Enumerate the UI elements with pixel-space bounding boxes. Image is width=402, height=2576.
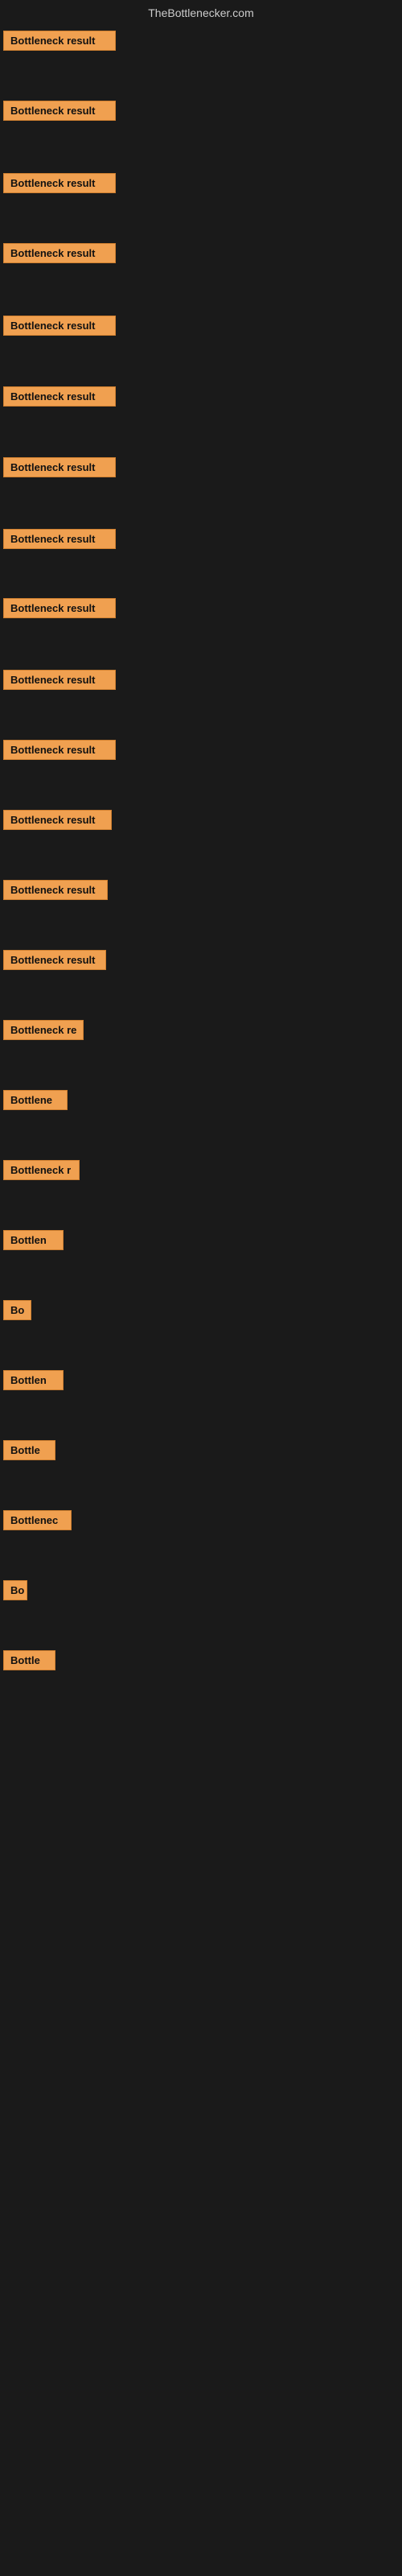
- bottleneck-label-10[interactable]: Bottleneck result: [3, 670, 116, 690]
- bottleneck-label-20[interactable]: Bottlen: [3, 1370, 64, 1390]
- bottleneck-label-23[interactable]: Bo: [3, 1580, 27, 1600]
- result-item-9: Bottleneck result: [3, 593, 116, 627]
- result-item-1: Bottleneck result: [3, 26, 116, 60]
- result-item-20: Bottlen: [3, 1365, 64, 1399]
- result-item-7: Bottleneck result: [3, 452, 116, 486]
- bottleneck-label-14[interactable]: Bottleneck result: [3, 950, 106, 970]
- bottleneck-label-3[interactable]: Bottleneck result: [3, 173, 116, 193]
- bottleneck-label-16[interactable]: Bottlene: [3, 1090, 68, 1110]
- result-item-18: Bottlen: [3, 1225, 64, 1259]
- result-item-8: Bottleneck result: [3, 524, 116, 558]
- result-item-5: Bottleneck result: [3, 311, 116, 345]
- result-item-16: Bottlene: [3, 1085, 68, 1119]
- bottleneck-label-4[interactable]: Bottleneck result: [3, 243, 116, 263]
- result-item-21: Bottle: [3, 1435, 55, 1469]
- bottleneck-label-15[interactable]: Bottleneck re: [3, 1020, 84, 1040]
- result-item-22: Bottlenec: [3, 1505, 72, 1539]
- result-item-11: Bottleneck result: [3, 735, 116, 769]
- result-item-19: Bo: [3, 1295, 31, 1329]
- bottleneck-label-19[interactable]: Bo: [3, 1300, 31, 1320]
- bottleneck-label-22[interactable]: Bottlenec: [3, 1510, 72, 1530]
- bottleneck-label-24[interactable]: Bottle: [3, 1650, 55, 1670]
- bottleneck-label-2[interactable]: Bottleneck result: [3, 101, 116, 121]
- bottleneck-label-18[interactable]: Bottlen: [3, 1230, 64, 1250]
- bottleneck-label-21[interactable]: Bottle: [3, 1440, 55, 1460]
- page-wrapper: TheBottlenecker.com Bottleneck resultBot…: [0, 0, 402, 2576]
- bottleneck-label-9[interactable]: Bottleneck result: [3, 598, 116, 618]
- result-item-23: Bo: [3, 1575, 27, 1609]
- result-item-12: Bottleneck result: [3, 805, 112, 839]
- result-item-3: Bottleneck result: [3, 168, 116, 202]
- bottleneck-label-17[interactable]: Bottleneck r: [3, 1160, 80, 1180]
- results-container: Bottleneck result Bottleneck result Bottle…: [0, 26, 402, 2441]
- result-item-13: Bottleneck result: [3, 875, 108, 909]
- bottleneck-label-1[interactable]: Bottleneck result: [3, 31, 116, 51]
- bottleneck-label-13[interactable]: Bottleneck result: [3, 880, 108, 900]
- result-item-17: Bottleneck r: [3, 1155, 80, 1189]
- result-item-4: Bottleneck result: [3, 238, 116, 272]
- bottleneck-label-7[interactable]: Bottleneck result: [3, 457, 116, 477]
- bottleneck-label-5[interactable]: Bottleneck result: [3, 316, 116, 336]
- result-item-6: Bottleneck result: [3, 382, 116, 415]
- bottleneck-label-12[interactable]: Bottleneck result: [3, 810, 112, 830]
- result-item-10: Bottleneck result: [3, 665, 116, 699]
- result-item-14: Bottleneck result: [3, 945, 106, 979]
- result-item-15: Bottleneck re: [3, 1015, 84, 1049]
- bottleneck-label-6[interactable]: Bottleneck result: [3, 386, 116, 407]
- bottleneck-label-11[interactable]: Bottleneck result: [3, 740, 116, 760]
- result-item-2: Bottleneck result: [3, 96, 116, 130]
- site-title: TheBottlenecker.com: [0, 0, 402, 26]
- bottleneck-label-8[interactable]: Bottleneck result: [3, 529, 116, 549]
- result-item-24: Bottle: [3, 1645, 55, 1679]
